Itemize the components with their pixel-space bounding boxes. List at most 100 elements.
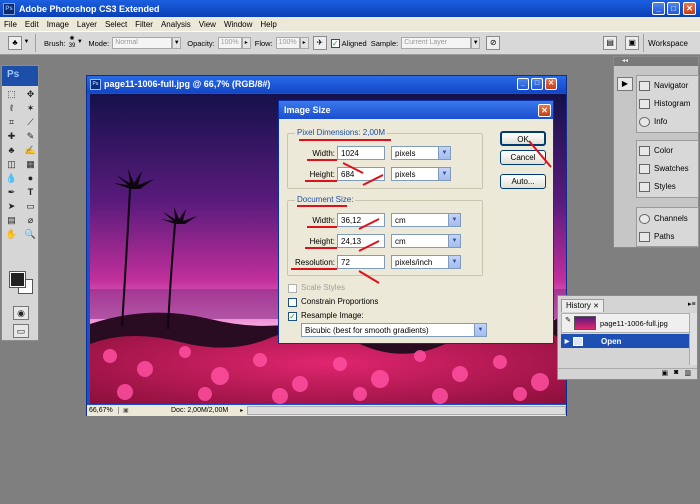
open-document-icon	[573, 336, 583, 346]
doc-close-icon[interactable]: ✕	[545, 78, 557, 90]
panel-menu-icon[interactable]: ▸≡	[688, 300, 696, 308]
channels-icon	[639, 213, 650, 224]
magic-wand-tool-icon[interactable]: ✶	[22, 102, 39, 115]
lasso-tool-icon[interactable]: ℓ	[3, 102, 20, 115]
type-tool-icon[interactable]: T	[22, 186, 39, 199]
opacity-field[interactable]: 100%	[217, 37, 242, 49]
status-gear-icon[interactable]: ▣	[123, 407, 131, 414]
tool-preset-arrow-icon[interactable]: ▼	[22, 37, 31, 49]
palette-well-icon[interactable]: ▤	[603, 36, 618, 50]
histogram-icon	[639, 98, 650, 109]
airbrush-icon[interactable]: ✈	[312, 36, 327, 50]
panel-color[interactable]: Color	[639, 142, 699, 159]
move-tool-icon[interactable]: ✥	[22, 88, 39, 101]
clone-stamp-tool-icon[interactable]: ♣	[8, 36, 22, 50]
quick-mask-icon[interactable]: ◉	[13, 306, 29, 320]
hand-tool-icon[interactable]: ✋	[3, 228, 20, 241]
eraser-tool-icon[interactable]: ◫	[3, 158, 20, 171]
menu-file[interactable]: File	[0, 20, 21, 29]
mode-dropdown-icon[interactable]: ▼	[172, 37, 182, 49]
history-state-open[interactable]: ▶ Open	[561, 334, 696, 348]
close-tab-icon[interactable]: ✕	[593, 303, 599, 310]
snapshot-thumbnail	[574, 316, 596, 330]
history-state-label: Open	[601, 336, 622, 346]
history-tab[interactable]: History ✕	[561, 299, 604, 312]
ignore-adjustment-layers-icon[interactable]: ⊘	[486, 36, 501, 50]
workspace-menu[interactable]: Workspace	[648, 39, 688, 48]
new-document-from-state-icon[interactable]: ▣	[662, 369, 669, 379]
history-scrollbar[interactable]	[689, 313, 697, 365]
flow-dropdown-icon[interactable]: ▸	[299, 37, 309, 49]
panel-navigator[interactable]: Navigator	[639, 77, 699, 94]
file-browser-icon[interactable]: ▣	[625, 36, 640, 50]
mode-select[interactable]: Normal	[112, 37, 173, 49]
menu-edit[interactable]: Edit	[21, 20, 43, 29]
history-brush-icon[interactable]: ✍	[22, 144, 39, 157]
zoom-level[interactable]: 66,67%	[87, 407, 119, 414]
mode-label: Mode:	[88, 38, 110, 48]
menu-select[interactable]: Select	[101, 20, 131, 29]
collapse-dock-icon[interactable]: ◂◂	[614, 57, 698, 66]
navigator-panel-group: Navigator Histogram Info	[636, 75, 699, 133]
opacity-dropdown-icon[interactable]: ▸	[241, 37, 251, 49]
crop-tool-icon[interactable]: ⌗	[3, 116, 20, 129]
dodge-tool-icon[interactable]: ●	[22, 172, 39, 185]
panel-info[interactable]: Info	[639, 113, 699, 130]
menu-analysis[interactable]: Analysis	[157, 20, 195, 29]
notes-tool-icon[interactable]: ▤	[3, 214, 20, 227]
blur-tool-icon[interactable]: 💧	[3, 172, 20, 185]
marquee-tool-icon[interactable]: ⬚	[3, 88, 20, 101]
slice-tool-icon[interactable]: ⟋	[22, 116, 39, 129]
sample-label: Sample:	[370, 38, 399, 48]
menu-image[interactable]: Image	[43, 20, 73, 29]
horizontal-scrollbar[interactable]	[247, 406, 566, 415]
maximize-icon[interactable]: □	[667, 2, 680, 15]
sample-dropdown-icon[interactable]: ▼	[471, 37, 481, 49]
aligned-label: Aligned	[341, 38, 367, 48]
shape-tool-icon[interactable]: ▭	[22, 200, 39, 213]
screen-mode-icon[interactable]: ▭	[13, 324, 29, 338]
history-panel: History ✕ ▸≡ ✎ page11-1006-full.jpg ▶ Op…	[557, 295, 698, 380]
brush-arrow-icon[interactable]: ▼	[75, 37, 84, 49]
brush-picker[interactable]: ✺ 39	[69, 36, 76, 50]
menu-layer[interactable]: Layer	[73, 20, 101, 29]
close-icon[interactable]: ✕	[683, 2, 696, 15]
sample-select[interactable]: Current Layer	[401, 37, 472, 49]
history-snapshot[interactable]: ✎ page11-1006-full.jpg	[561, 313, 696, 333]
pen-tool-icon[interactable]: ✒	[3, 186, 20, 199]
status-arrow-icon[interactable]: ▸	[240, 407, 243, 414]
histogram-label: Histogram	[654, 99, 691, 108]
menu-filter[interactable]: Filter	[131, 20, 157, 29]
panel-channels[interactable]: Channels	[639, 210, 699, 227]
foreground-color-swatch[interactable]	[9, 271, 26, 288]
doc-minimize-icon[interactable]: _	[517, 78, 529, 90]
menu-view[interactable]: View	[195, 20, 220, 29]
doc-maximize-icon[interactable]: □	[531, 78, 543, 90]
panel-swatches[interactable]: Swatches	[639, 160, 699, 177]
styles-icon	[639, 181, 650, 192]
flow-field[interactable]: 100%	[275, 37, 300, 49]
brush-tool-icon[interactable]: ✎	[22, 130, 39, 143]
tool-presets-icon[interactable]: ▶	[617, 77, 633, 91]
panel-styles[interactable]: Styles	[639, 178, 699, 195]
eyedropper-tool-icon[interactable]: ⌀	[22, 214, 39, 227]
aligned-checkbox[interactable]: ✓	[330, 38, 340, 48]
clone-stamp-icon[interactable]: ♣	[3, 144, 20, 157]
path-selection-tool-icon[interactable]: ➤	[3, 200, 20, 213]
new-snapshot-icon[interactable]: ◙	[674, 369, 678, 379]
menu-help[interactable]: Help	[256, 20, 280, 29]
info-icon	[639, 116, 650, 127]
zoom-tool-icon[interactable]: 🔍	[22, 228, 39, 241]
healing-brush-tool-icon[interactable]: ✚	[3, 130, 20, 143]
app-title-bar: Ps Adobe Photoshop CS3 Extended _ □ ✕	[0, 0, 700, 17]
navigator-label: Navigator	[654, 81, 689, 90]
minimize-icon[interactable]: _	[652, 2, 665, 15]
opacity-label: Opacity:	[187, 38, 215, 48]
trash-icon[interactable]: ▥	[684, 369, 691, 379]
gradient-tool-icon[interactable]: ▦	[22, 158, 39, 171]
menu-window[interactable]: Window	[220, 20, 256, 29]
panel-histogram[interactable]: Histogram	[639, 95, 699, 112]
history-tab-label: History	[566, 301, 591, 310]
panel-paths[interactable]: Paths	[639, 228, 699, 245]
snapshot-brush-icon: ✎	[565, 317, 571, 324]
